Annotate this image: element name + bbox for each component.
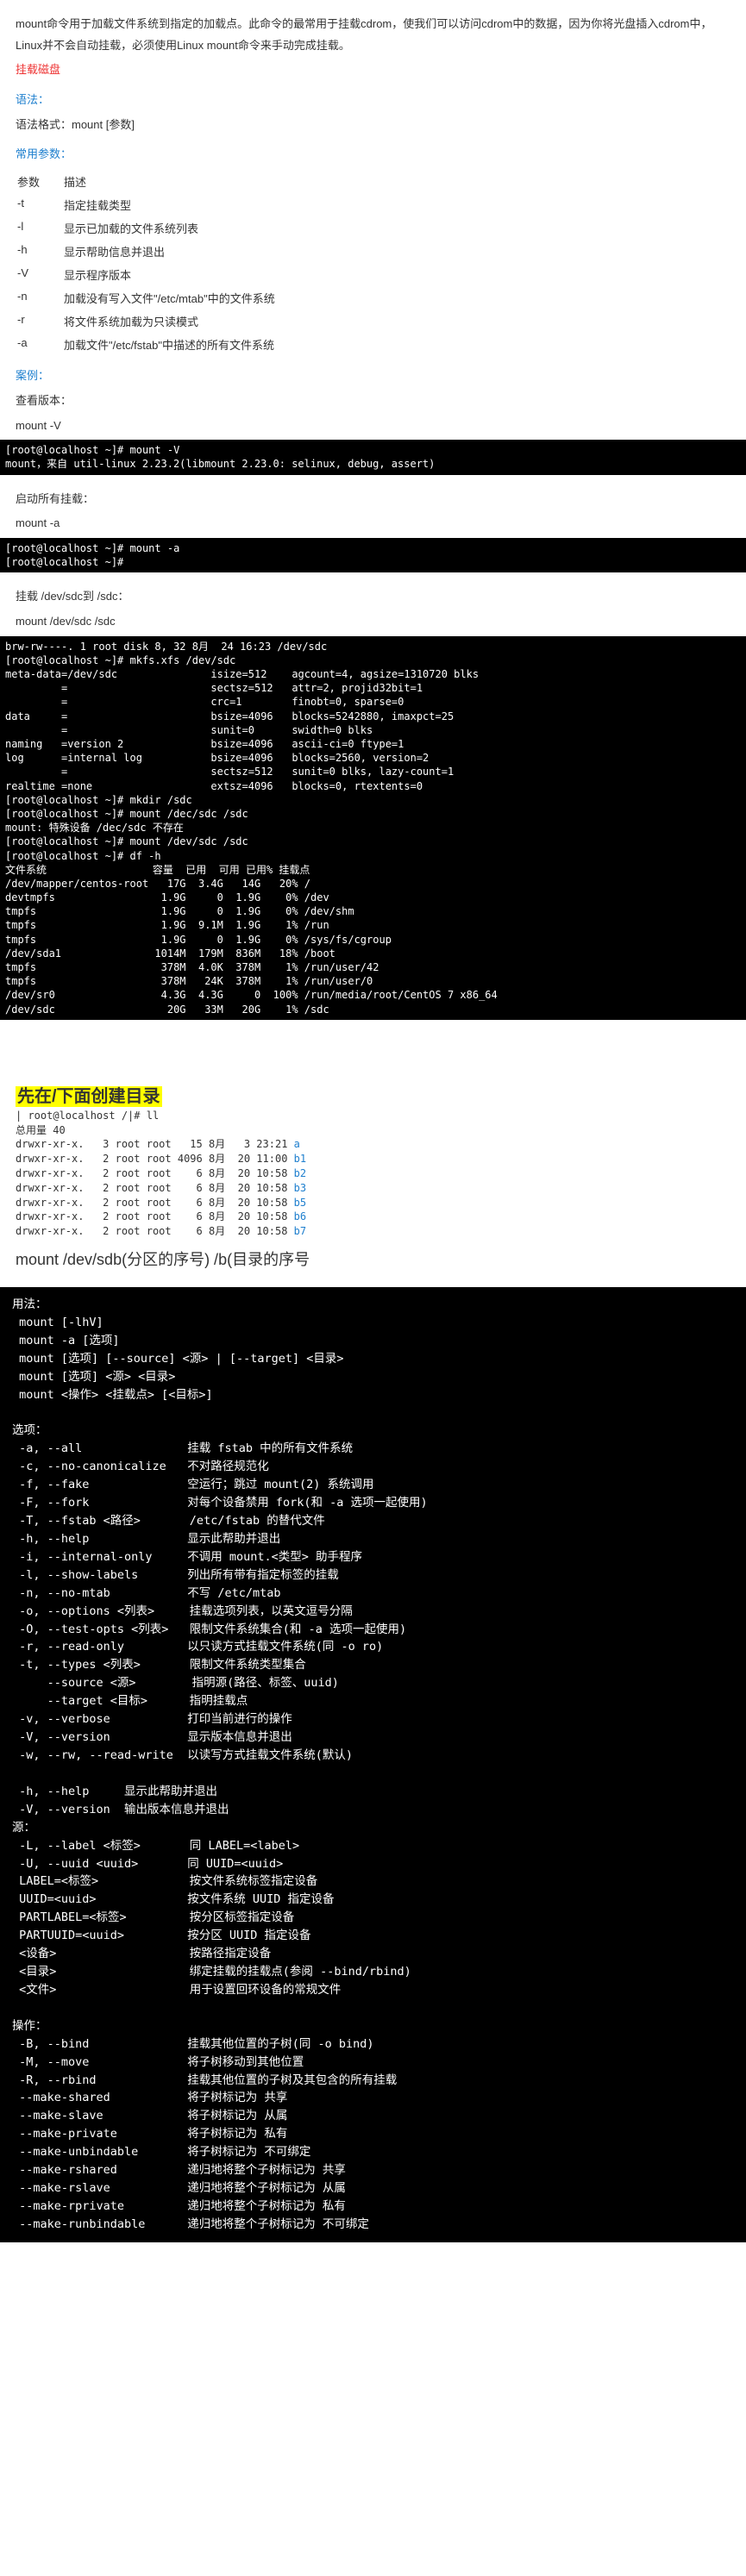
terminal-output: brw-rw----. 1 root disk 8, 32 8月 24 16:2… (0, 636, 746, 1020)
params-title: 常用参数： (16, 144, 730, 166)
example-cmd: mount -a (16, 513, 730, 535)
intro-note: 挂载磁盘 (16, 59, 730, 81)
example-cmd: mount -V (16, 416, 730, 437)
example-cmd: mount /dev/sdc /sdc (16, 611, 730, 633)
examples-title: 案例： (16, 366, 730, 387)
terminal-output: [root@localhost ~]# mount -V mount，来自 ut… (0, 440, 746, 474)
param-opt: -l (17, 217, 62, 239)
intro-paragraph: mount命令用于加载文件系统到指定的加载点。此命令的最常用于挂载cdrom，使… (16, 14, 730, 56)
param-desc: 显示帮助信息并退出 (64, 241, 285, 262)
syntax-text: 语法格式：mount [参数] (16, 115, 730, 136)
mkdir-heading: 先在/下面创建目录 (16, 1086, 162, 1107)
param-desc: 加载没有写入文件"/etc/mtab"中的文件系统 (64, 287, 285, 309)
example-label: 挂载 /dev/sdc到 /sdc： (16, 586, 730, 608)
example-label: 查看版本： (16, 391, 730, 412)
mount-help-output: 用法： mount [-lhV] mount -a [选项] mount [选项… (0, 1287, 746, 2242)
param-desc: 显示已加载的文件系统列表 (64, 217, 285, 239)
param-desc: 将文件系统加载为只读模式 (64, 310, 285, 332)
example-label: 启动所有挂载： (16, 489, 730, 510)
param-opt: -a (17, 334, 62, 355)
params-table: 参数 描述 -t指定挂载类型 -l显示已加载的文件系统列表 -h显示帮助信息并退… (16, 169, 287, 357)
param-desc: 加载文件"/etc/fstab"中描述的所有文件系统 (64, 334, 285, 355)
params-header-desc: 描述 (64, 171, 285, 192)
param-desc: 显示程序版本 (64, 264, 285, 285)
param-opt: -r (17, 310, 62, 332)
ls-output: | root@localhost /|# ll 总用量 40 drwxr-xr-… (16, 1107, 730, 1241)
param-desc: 指定挂载类型 (64, 194, 285, 216)
param-opt: -V (17, 264, 62, 285)
param-opt: -n (17, 287, 62, 309)
syntax-title: 语法： (16, 90, 730, 111)
terminal-output: [root@localhost ~]# mount -a [root@local… (0, 538, 746, 572)
param-opt: -h (17, 241, 62, 262)
param-opt: -t (17, 194, 62, 216)
params-header-opt: 参数 (17, 171, 62, 192)
mount-command-example: mount /dev/sdb(分区的序号) /b(目录的序号 (16, 1247, 730, 1270)
